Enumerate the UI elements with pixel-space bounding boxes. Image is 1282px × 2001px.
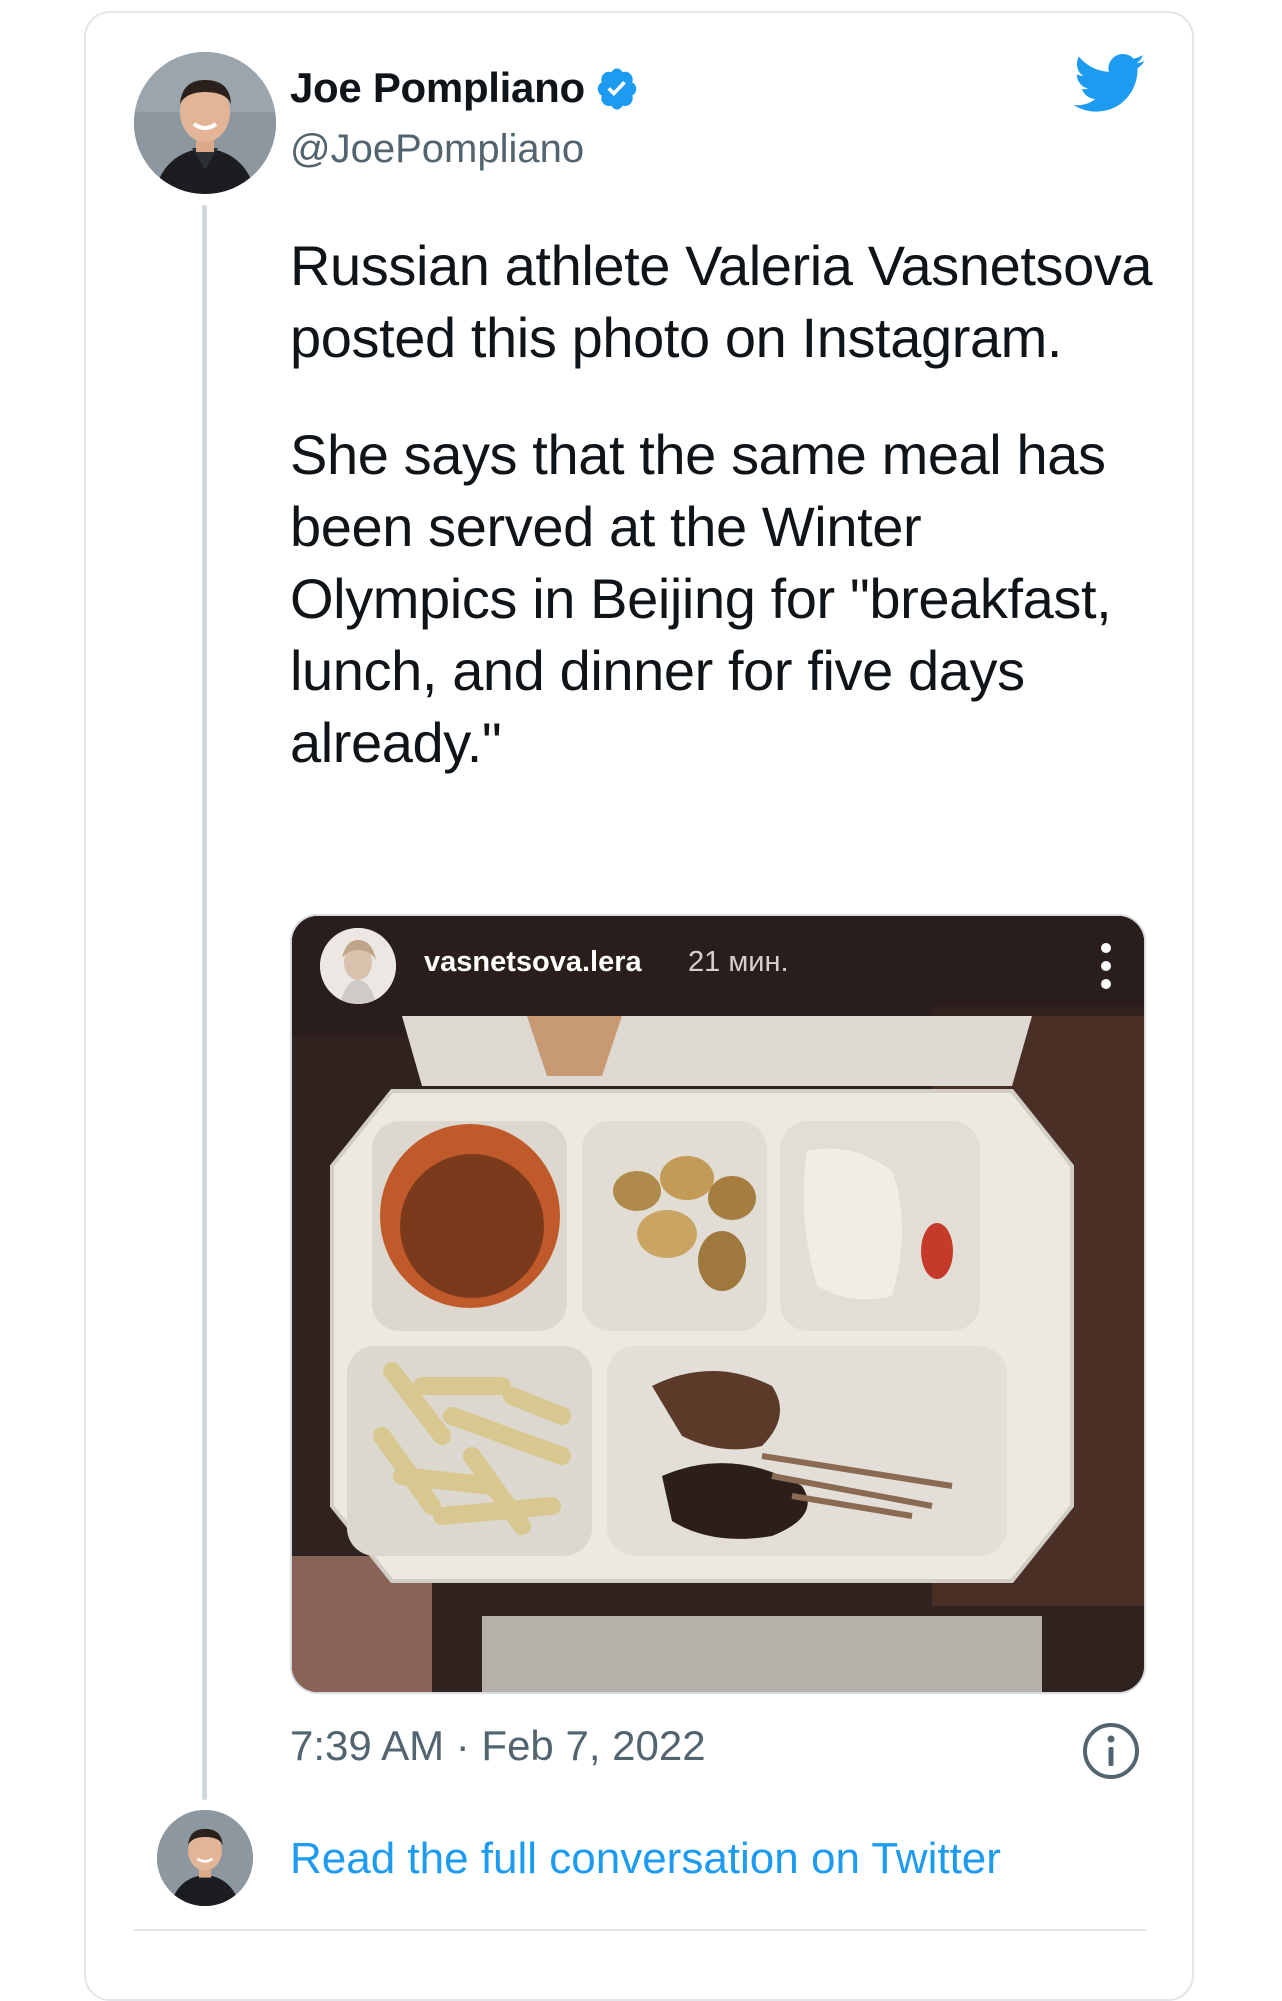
instagram-story-header: vasnetsova.lera 21 мин. — [292, 916, 1144, 1016]
meal-tray-photo — [292, 916, 1144, 1692]
author-avatar[interactable] — [134, 52, 276, 194]
thread-line — [202, 205, 207, 1800]
tweet-paragraph-1: Russian athlete Valeria Vasnetsova poste… — [290, 234, 1153, 369]
instagram-post-time: 21 мин. — [688, 946, 789, 978]
tweet-text: Russian athlete Valeria Vasnetsova poste… — [290, 230, 1160, 824]
divider — [134, 1929, 1146, 1931]
author-handle[interactable]: @JoePompliano — [290, 127, 584, 172]
instagram-avatar — [320, 928, 396, 1004]
more-vertical-icon — [1101, 943, 1111, 989]
tweet-timestamp[interactable]: 7:39 AM · Feb 7, 2022 — [290, 1722, 706, 1770]
twitter-bird-icon[interactable] — [1074, 54, 1146, 114]
read-full-conversation-link[interactable]: Read the full conversation on Twitter — [290, 1834, 1001, 1884]
tweet-media-photo[interactable]: vasnetsova.lera 21 мин. — [290, 914, 1146, 1694]
instagram-username: vasnetsova.lera — [424, 946, 642, 978]
verified-badge-icon — [597, 68, 637, 110]
tweet-paragraph-2: She says that the same meal has been ser… — [290, 423, 1112, 774]
author-avatar-small[interactable] — [157, 1810, 253, 1906]
info-icon[interactable] — [1082, 1722, 1140, 1780]
author-name-row[interactable]: Joe Pompliano — [290, 64, 639, 112]
author-name[interactable]: Joe Pompliano — [290, 64, 585, 112]
